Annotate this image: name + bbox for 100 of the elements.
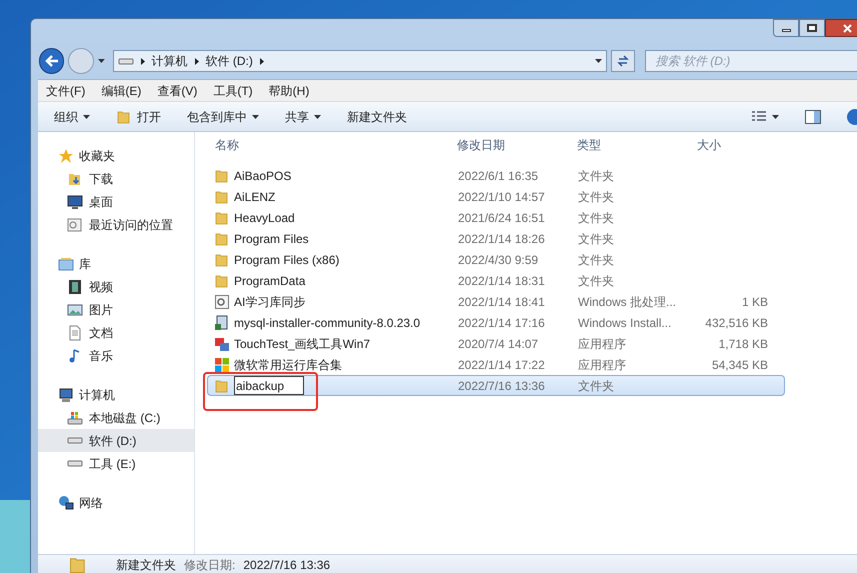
nav-item[interactable]: 视频	[38, 275, 194, 298]
toolbar-button[interactable]: 新建文件夹	[347, 108, 407, 126]
file-row[interactable]: AI学习库同步 2022/1/14 18:41 Windows 批处理... 1 KB	[207, 291, 785, 312]
menu-item[interactable]: 查看(V)	[157, 82, 198, 100]
file-size: 1 KB	[740, 294, 768, 310]
toolbar-button[interactable]: 共享	[285, 108, 321, 126]
picture-icon	[67, 302, 83, 318]
menu-item[interactable]: 编辑(E)	[101, 82, 142, 100]
preview-pane-icon[interactable]	[805, 110, 821, 124]
maximize-button[interactable]	[799, 19, 825, 37]
toolbar-button[interactable]: 包含到库中	[187, 108, 259, 126]
caret-icon	[772, 114, 779, 118]
document-icon	[67, 324, 83, 340]
minimize-button[interactable]	[773, 19, 799, 37]
file-type: 应用程序	[578, 336, 627, 352]
folder-icon	[116, 108, 132, 124]
modified-date: 2022/1/14 18:26	[458, 230, 546, 248]
file-row[interactable]: Program Files (x86) 2022/4/30 9:59 文件夹	[207, 249, 785, 270]
column-header[interactable]: 大小	[697, 136, 767, 154]
caret-icon	[98, 59, 105, 63]
file-row[interactable]: AiLENZ 2022/1/10 14:57 文件夹	[207, 186, 785, 207]
nav-group-label[interactable]: 收藏夹	[79, 146, 115, 164]
drive-windows-icon	[67, 410, 83, 426]
file-type: 文件夹	[578, 210, 615, 226]
details-name: 新建文件夹	[116, 556, 176, 573]
refresh-button[interactable]	[611, 50, 635, 72]
caret-icon	[314, 114, 321, 118]
chevron-right-icon	[194, 58, 199, 64]
menu-item[interactable]: 工具(T)	[213, 82, 253, 100]
nav-item[interactable]: 工具 (E:)	[38, 452, 194, 475]
menu-item[interactable]: 帮助(H)	[268, 82, 310, 100]
modified-date: 2022/1/14 18:41	[458, 294, 546, 310]
file-row[interactable]: ProgramData 2022/1/14 18:31 文件夹	[207, 270, 785, 291]
nav-group-label[interactable]: 计算机	[79, 386, 115, 404]
details-label: 修改日期:	[184, 556, 236, 573]
toolbar-button[interactable]: 组织	[54, 108, 90, 126]
file-size: 54,345 KB	[710, 356, 768, 374]
breadcrumb-item[interactable]: 软件 (D:)	[206, 52, 253, 70]
file-name: HeavyLoad	[234, 210, 295, 226]
modified-date: 2021/6/24 16:51	[458, 210, 546, 226]
back-button[interactable]	[39, 48, 64, 74]
column-header[interactable]: 修改日期	[457, 136, 577, 154]
file-row[interactable]: AiBaoPOS 2022/6/1 16:35 文件夹	[207, 165, 785, 186]
nav-group-label[interactable]: 库	[79, 254, 91, 272]
nav-item[interactable]: 最近访问的位置	[38, 213, 194, 236]
file-row[interactable]: mysql-installer-community-8.0.23.0 2022/1/14 17:16 Windows Install... 432,516 KB	[207, 312, 785, 333]
left-arrow-icon	[44, 55, 59, 67]
nav-group-label[interactable]: 网络	[79, 494, 103, 512]
application-icon	[214, 336, 230, 352]
file-row[interactable]: Program Files 2022/1/14 18:26 文件夹	[207, 228, 785, 249]
drive-icon	[118, 58, 134, 64]
modified-date: 2022/1/14 17:16	[458, 314, 546, 332]
file-type: 文件夹	[578, 188, 615, 206]
file-type: Windows 批处理...	[578, 294, 678, 310]
file-row[interactable]: 微软常用运行库合集 2022/1/14 17:22 应用程序 54,345 KB	[207, 354, 785, 375]
four-tiles-icon	[214, 356, 230, 372]
file-name: ProgramData	[234, 272, 306, 290]
minimize-icon	[782, 29, 790, 32]
rename-field[interactable]: aibackup	[234, 376, 304, 395]
file-name: AiBaoPOS	[234, 168, 292, 184]
refresh-arrows-icon	[616, 55, 629, 67]
folder-icon	[214, 210, 230, 226]
nav-item[interactable]: 下载	[38, 167, 194, 190]
close-button[interactable]	[825, 19, 857, 37]
modified-date: 2022/1/14 17:22	[458, 356, 546, 374]
star-icon	[58, 148, 74, 164]
modified-date: 2020/7/4 14:07	[458, 336, 540, 352]
file-type: Windows Install...	[578, 314, 672, 332]
file-type: 文件夹	[578, 252, 615, 268]
column-header[interactable]: 类型	[577, 136, 697, 154]
file-row[interactable]: aibackup 2022/7/16 13:36 文件夹	[207, 375, 785, 396]
file-type: 文件夹	[578, 378, 615, 394]
folder-icon	[214, 168, 230, 184]
search-field[interactable]: 搜索 软件 (D:)	[644, 50, 857, 72]
nav-item[interactable]: 本地磁盘 (C:)	[38, 406, 194, 429]
nav-item[interactable]: 音乐	[38, 344, 194, 367]
caret-icon	[595, 59, 602, 63]
toolbar-button[interactable]: 打开	[116, 108, 161, 126]
drive-icon	[67, 437, 83, 444]
file-row[interactable]: HeavyLoad 2021/6/24 16:51 文件夹	[207, 207, 785, 228]
file-name: AI学习库同步	[234, 294, 306, 310]
breadcrumb-item[interactable]: 计算机	[152, 52, 188, 70]
nav-item[interactable]: 桌面	[38, 190, 194, 213]
column-header[interactable]: 名称	[195, 136, 457, 154]
close-icon	[842, 24, 852, 32]
file-name: Program Files (x86)	[234, 252, 340, 268]
chevron-right-icon	[140, 58, 145, 64]
nav-item[interactable]: 软件 (D:)	[38, 429, 194, 452]
view-options-button[interactable]	[752, 110, 779, 122]
library-folder-icon	[58, 256, 74, 272]
file-name: TouchTest_画线工具Win7	[234, 336, 370, 352]
menu-item[interactable]: 文件(F)	[46, 82, 86, 100]
nav-item[interactable]: 文档	[38, 321, 194, 344]
address-bar[interactable]: 计算机 软件 (D:)	[112, 50, 608, 72]
nav-item[interactable]: 图片	[38, 298, 194, 321]
file-name: 微软常用运行库合集	[234, 356, 342, 374]
file-row[interactable]: TouchTest_画线工具Win7 2020/7/4 14:07 应用程序 1,718 KB	[207, 333, 785, 354]
file-type: 文件夹	[578, 230, 615, 248]
file-name: Program Files	[234, 230, 309, 248]
list-view-icon	[752, 110, 766, 122]
